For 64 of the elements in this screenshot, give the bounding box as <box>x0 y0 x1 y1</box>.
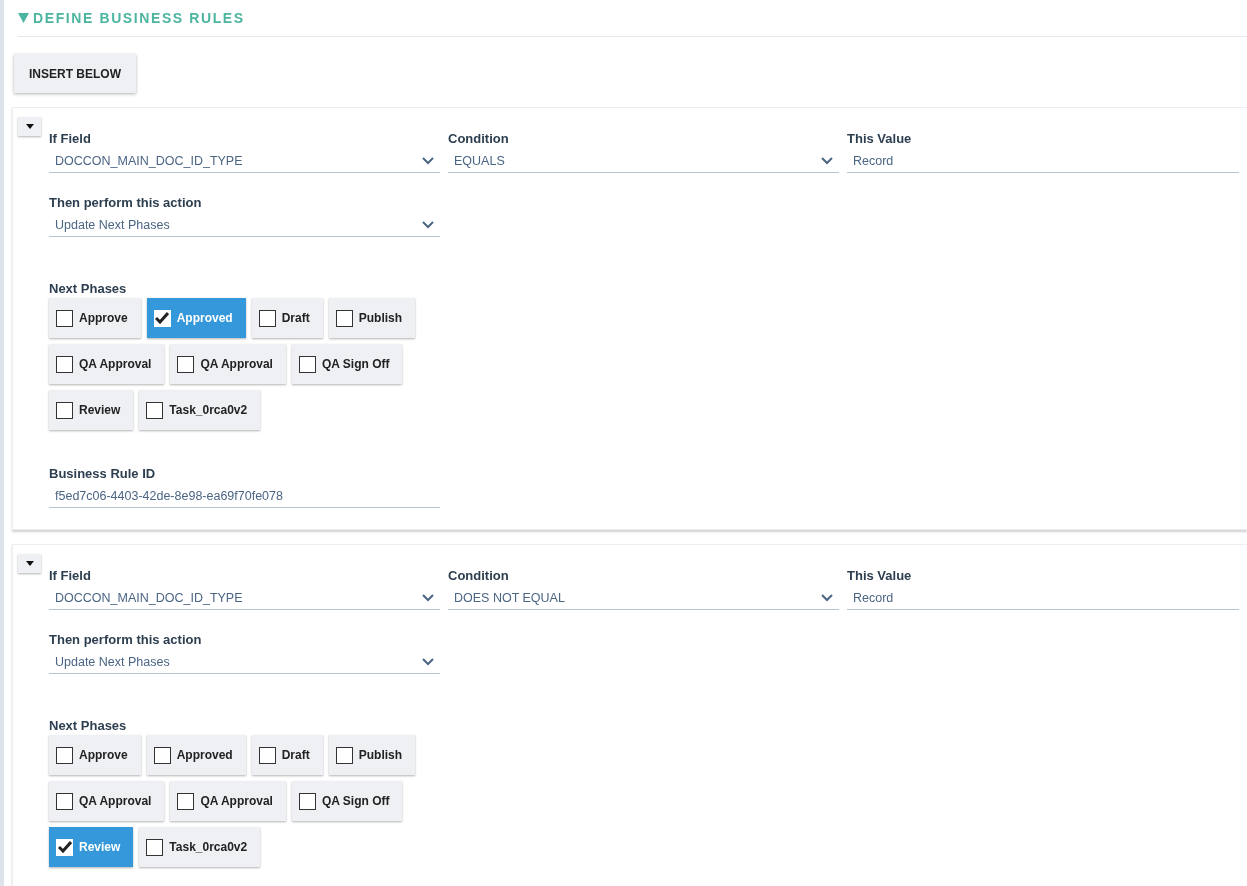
checkbox-icon <box>258 309 276 327</box>
if-field-dropdown[interactable]: DOCCON_MAIN_DOC_ID_TYPE <box>49 586 440 610</box>
field-label: Next Phases <box>49 718 128 734</box>
phase-toggle-button[interactable]: QA Approval <box>170 344 286 384</box>
checkbox-icon <box>335 746 353 764</box>
phase-toggle-button[interactable]: Publish <box>328 298 416 338</box>
chevron-down-icon <box>422 156 434 165</box>
field-label: This Value <box>847 568 913 584</box>
chevron-down-icon <box>821 593 833 602</box>
phase-toggle-button[interactable]: QA Approval <box>170 781 286 821</box>
checkbox-icon <box>56 746 73 764</box>
triangle-down-icon <box>18 12 29 23</box>
checkbox-icon <box>56 792 73 810</box>
chevron-down-icon <box>422 593 434 602</box>
field-label: Business Rule ID <box>49 466 157 482</box>
phase-toggle-button[interactable]: Approve <box>49 735 141 775</box>
phase-toggle-button[interactable]: QA Approval <box>49 781 165 821</box>
collapse-button[interactable] <box>18 117 41 136</box>
caret-down-icon <box>25 124 34 129</box>
chevron-down-icon <box>422 657 434 666</box>
checkbox-icon <box>177 355 195 373</box>
field-label: If Field <box>49 568 92 584</box>
field-label: This Value <box>847 131 913 147</box>
field-label: Condition <box>448 131 510 147</box>
checkbox-icon <box>146 838 164 856</box>
checkbox-icon <box>298 355 316 373</box>
chevron-down-icon <box>821 156 833 165</box>
checkbox-icon <box>146 401 164 419</box>
phase-toggle-button[interactable]: Draft <box>251 298 323 338</box>
field-label: Then perform this action <box>49 195 203 211</box>
field-label: Condition <box>448 568 510 584</box>
value-input[interactable]: Record <box>847 586 1239 610</box>
checkbox-icon <box>56 355 73 373</box>
condition-dropdown[interactable]: EQUALS <box>448 149 839 173</box>
rule-id-input[interactable]: f5ed7c06-4403-42de-8e98-ea69f70fe078 <box>49 484 440 508</box>
field-label: Then perform this action <box>49 632 203 648</box>
field-label: If Field <box>49 131 92 147</box>
phase-toggle-button[interactable]: QA Sign Off <box>291 344 403 384</box>
chevron-down-icon <box>422 220 434 229</box>
phase-toggle-button[interactable]: QA Sign Off <box>291 781 403 821</box>
action-dropdown[interactable]: Update Next Phases <box>49 213 440 237</box>
value-input[interactable]: Record <box>847 149 1239 173</box>
collapse-button[interactable] <box>18 554 41 573</box>
if-field-dropdown[interactable]: DOCCON_MAIN_DOC_ID_TYPE <box>49 149 440 173</box>
phase-toggle-button[interactable]: Task_0rca0v2 <box>139 390 261 430</box>
phase-toggle-button[interactable]: Review <box>49 390 134 430</box>
phase-toggle-button[interactable]: Task_0rca0v2 <box>139 827 261 867</box>
field-label: Next Phases <box>49 281 128 297</box>
caret-down-icon <box>25 561 34 566</box>
phase-toggle-button[interactable]: Publish <box>328 735 416 775</box>
checkbox-icon <box>153 746 171 764</box>
condition-dropdown[interactable]: DOES NOT EQUAL <box>448 586 839 610</box>
checkbox-icon <box>177 792 195 810</box>
phase-toggle-button[interactable]: Draft <box>251 735 323 775</box>
checkbox-icon <box>56 401 73 419</box>
phase-toggle-button[interactable]: QA Approval <box>49 344 165 384</box>
phase-toggle-button[interactable]: Approve <box>49 298 141 338</box>
checkbox-icon <box>335 309 353 327</box>
checkbox-icon <box>298 792 316 810</box>
action-dropdown[interactable]: Update Next Phases <box>49 650 440 674</box>
insert-below-button[interactable]: INSERT BELOW <box>14 54 136 93</box>
phase-toggle-button[interactable]: Approved <box>146 735 246 775</box>
checkbox-icon <box>258 746 276 764</box>
checkbox-icon <box>56 309 73 327</box>
